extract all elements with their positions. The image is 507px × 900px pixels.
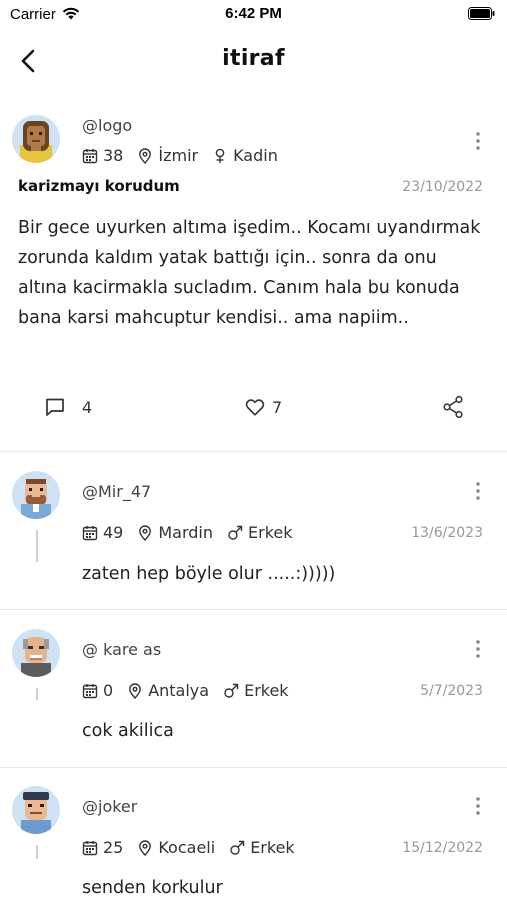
comment-more-button[interactable] [468,480,488,502]
age-item: 0 [82,681,113,700]
post-more-button[interactable] [468,130,488,152]
female-icon [212,148,228,164]
calendar-icon [82,148,98,164]
comment-avatar[interactable] [12,629,60,677]
gender-value: Erkek [248,523,293,542]
gender-value: Kadin [233,146,278,165]
city-item: Mardin [137,523,213,542]
city-value: Antalya [148,681,210,700]
more-vertical-icon [476,640,480,658]
comment-text: cok akilica [82,721,174,741]
calendar-icon [82,683,98,699]
post-username[interactable]: @logo [82,116,132,135]
comment-count: 4 [82,397,93,417]
more-vertical-icon [476,797,480,815]
city-value: Mardin [158,523,214,542]
calendar-icon [82,525,98,541]
comment-text: senden korkulur [82,878,223,898]
comment-date: 15/12/2022 [402,840,483,856]
comment-avatar[interactable] [12,786,60,834]
gender-value: Erkek [244,681,289,700]
comment-date: 5/7/2023 [420,683,483,699]
gender-item: Erkek [229,838,295,857]
thread-line [36,530,38,562]
avatar-male-image [12,786,60,834]
gender-value: Erkek [250,838,295,857]
avatar[interactable] [12,115,60,163]
city-value: İzmir [158,146,199,165]
post-title: karizmayı korudum [18,177,180,195]
page-title: itiraf [222,46,285,71]
more-vertical-icon [476,132,480,150]
age-item: 49 [82,523,123,542]
city-item: Kocaeli [137,838,215,857]
post-meta: 38 İzmir Kadin [82,146,292,165]
message-square-icon [46,398,64,416]
age-value: 38 [103,146,124,165]
thread-line [36,845,38,859]
city-value: Kocaeli [158,838,216,857]
comment-meta: 0 Antalya Erkek [82,681,303,700]
comment-meta: 25 Kocaeli Erkek [82,838,309,857]
comment-username[interactable]: @Mir_47 [82,482,151,501]
male-icon [229,840,245,856]
comment-more-button[interactable] [468,795,488,817]
city-item: Antalya [127,681,209,700]
avatar-female-image [12,115,60,163]
heart-icon [245,399,265,416]
age-value: 0 [103,681,114,700]
share-button[interactable] [442,395,464,419]
age-value: 25 [103,838,124,857]
city-item: İzmir [137,146,198,165]
map-pin-icon [137,147,153,164]
comment-date: 13/6/2023 [411,525,483,541]
thread-line [36,688,38,700]
share-icon [443,395,463,419]
battery-icon [468,7,495,20]
like-count: 7 [272,397,283,417]
map-pin-icon [137,524,153,541]
age-item: 25 [82,838,123,857]
age-item: 38 [82,146,123,165]
divider [0,767,507,768]
post-body: Bir gece uyurken altıma işedim.. Kocamı … [18,218,481,328]
divider [0,451,507,452]
comment-meta: 49 Mardin Erkek [82,523,307,542]
comment-avatar[interactable] [12,471,60,519]
comment-username[interactable]: @joker [82,797,137,816]
comment-button[interactable]: 4 [44,396,92,418]
male-icon [227,525,243,541]
comment-more-button[interactable] [468,638,488,660]
status-time: 6:42 PM [225,5,282,22]
status-bar: Carrier 6:42 PM [0,0,507,30]
calendar-icon [82,840,98,856]
like-button[interactable]: 7 [244,396,282,418]
comment-text: zaten hep böyle olur .....:))))) [82,564,336,584]
post-date: 23/10/2022 [402,179,483,195]
gender-item: Erkek [223,681,289,700]
gender-item: Kadin [212,146,278,165]
divider [0,609,507,610]
map-pin-icon [127,682,143,699]
more-vertical-icon [476,482,480,500]
comment-username[interactable]: @ kare as [82,640,161,659]
map-pin-icon [137,839,153,856]
male-icon [223,683,239,699]
avatar-male-image [12,471,60,519]
header: itiraf [0,38,507,84]
avatar-male-image [12,629,60,677]
gender-item: Erkek [227,523,293,542]
age-value: 49 [103,523,124,542]
